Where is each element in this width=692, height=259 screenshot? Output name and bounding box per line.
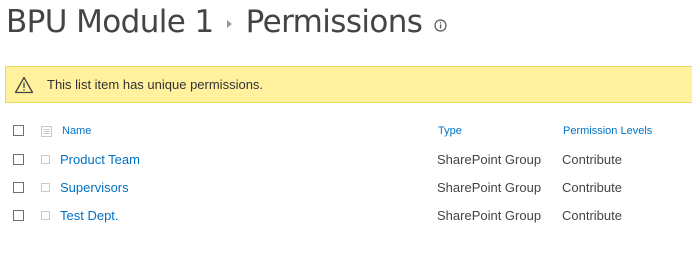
banner-message: This list item has unique permissions.	[47, 77, 264, 92]
info-icon[interactable]	[434, 18, 447, 32]
row-checkbox[interactable]	[13, 154, 24, 165]
row-checkbox[interactable]	[13, 210, 24, 221]
group-name-link[interactable]: Test Dept.	[60, 208, 119, 223]
site-title-link[interactable]: BPU Module 1	[6, 2, 214, 42]
group-type: SharePoint Group	[437, 180, 542, 195]
column-header-type[interactable]: Type	[438, 125, 462, 137]
permission-level: Contribute	[562, 208, 622, 223]
page-title: Permissions	[245, 4, 423, 40]
item-type-icon	[41, 126, 52, 137]
chevron-right-icon	[226, 20, 232, 28]
group-type: SharePoint Group	[437, 208, 542, 223]
group-name-link[interactable]: Supervisors	[60, 180, 129, 195]
group-icon	[41, 155, 50, 164]
group-icon	[41, 211, 50, 220]
group-name-link[interactable]: Product Team	[60, 152, 140, 167]
column-header-permission-levels[interactable]: Permission Levels	[563, 125, 652, 137]
page-header: BPU Module 1 Permissions	[6, 2, 447, 42]
group-type: SharePoint Group	[437, 152, 542, 167]
column-header-name[interactable]: Name	[62, 125, 91, 137]
permission-level: Contribute	[562, 180, 622, 195]
row-checkbox[interactable]	[13, 182, 24, 193]
warning-icon	[14, 76, 34, 94]
unique-permissions-banner: This list item has unique permissions.	[5, 66, 692, 103]
select-all-checkbox[interactable]	[13, 125, 24, 136]
group-icon	[41, 183, 50, 192]
permission-level: Contribute	[562, 152, 622, 167]
